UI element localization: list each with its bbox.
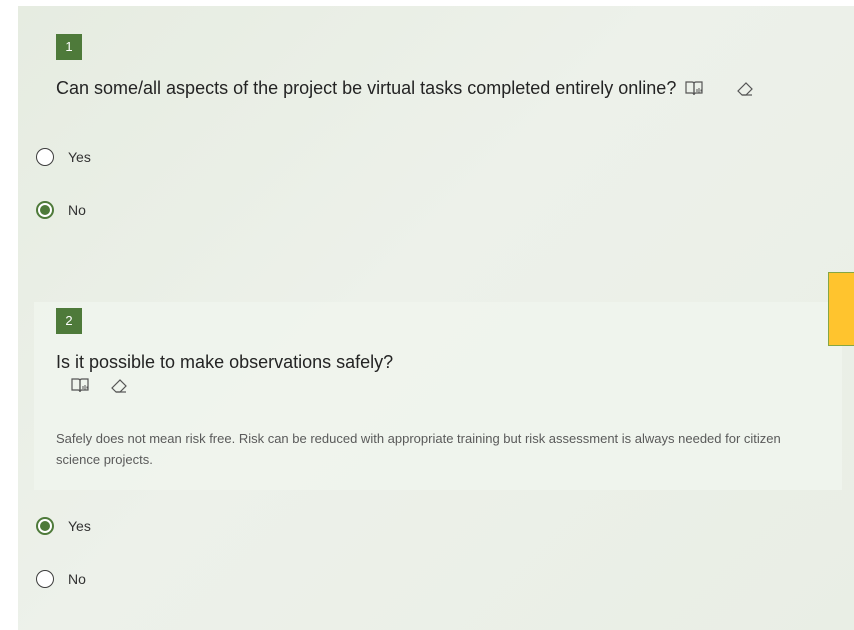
form-page: 1 Can some/all aspects of the project be… — [0, 0, 854, 630]
question-2-title: Is it possible to make observations safe… — [56, 352, 394, 372]
option-label: Yes — [68, 149, 91, 165]
radio-button-selected[interactable] — [36, 517, 54, 535]
immersive-reader-icon[interactable] — [684, 80, 704, 98]
question-number-badge: 2 — [56, 308, 82, 334]
question-2-option-no[interactable]: No — [36, 567, 86, 591]
radio-button[interactable] — [36, 570, 54, 588]
radio-button[interactable] — [36, 148, 54, 166]
option-label: No — [68, 571, 86, 587]
question-number-badge: 1 — [56, 34, 82, 60]
question-1-option-yes[interactable]: Yes — [36, 145, 91, 169]
question-1-title: Can some/all aspects of the project be v… — [56, 78, 677, 98]
eraser-icon[interactable] — [736, 80, 756, 98]
question-1-option-no[interactable]: No — [36, 198, 86, 222]
immersive-reader-icon[interactable] — [70, 377, 90, 395]
option-label: No — [68, 202, 86, 218]
question-2-card: 2 Is it possible to make observations sa… — [34, 302, 842, 490]
option-label: Yes — [68, 518, 91, 534]
question-1-card: 1 Can some/all aspects of the project be… — [34, 14, 842, 299]
question-2-description: Safely does not mean risk free. Risk can… — [56, 431, 781, 467]
radio-button-selected[interactable] — [36, 201, 54, 219]
feedback-side-tab[interactable] — [828, 272, 854, 346]
question-2-option-yes[interactable]: Yes — [36, 514, 91, 538]
eraser-icon[interactable] — [110, 377, 130, 395]
